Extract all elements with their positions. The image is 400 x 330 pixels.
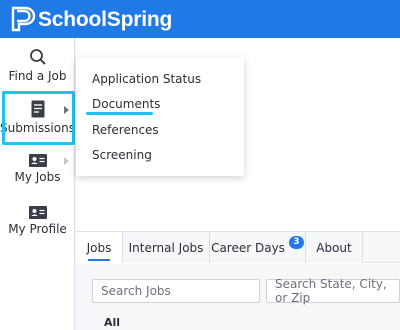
- menu-item-screening[interactable]: Screening: [92, 148, 152, 162]
- sidebar-item-my-profile[interactable]: My Profile: [0, 206, 75, 236]
- tab-internal-jobs[interactable]: Internal Jobs: [123, 232, 210, 263]
- tab-label: Internal Jobs: [128, 240, 204, 255]
- tab-career-days[interactable]: Career Days 3: [210, 232, 306, 263]
- sidebar: Find a Job Submissions My Jobs My Profil…: [0, 38, 75, 330]
- search-jobs-input[interactable]: Search Jobs: [92, 279, 260, 303]
- menu-item-references[interactable]: References: [92, 123, 159, 137]
- sidebar-item-label: Find a Job: [8, 69, 67, 83]
- schoolspring-logo-icon[interactable]: [9, 6, 37, 32]
- submissions-dropdown-menu: Application Status Documents References …: [76, 58, 244, 176]
- active-tab-indicator: [88, 259, 110, 261]
- tab-about[interactable]: About: [306, 232, 363, 263]
- tab-label: About: [316, 240, 352, 255]
- submissions-highlight: [2, 91, 75, 145]
- sidebar-item-label: My Profile: [8, 222, 67, 236]
- menu-item-application-status[interactable]: Application Status: [92, 72, 201, 86]
- sidebar-item-find-a-job[interactable]: Find a Job: [0, 48, 75, 83]
- career-days-count-badge: 3: [288, 236, 304, 249]
- tab-label: Jobs: [86, 240, 112, 255]
- tab-label: Career Days: [211, 240, 285, 255]
- tab-jobs[interactable]: Jobs: [76, 232, 123, 263]
- results-filter-all[interactable]: All: [104, 316, 120, 329]
- chevron-right-icon: [64, 157, 69, 165]
- sidebar-item-label: My Jobs: [14, 170, 61, 184]
- menu-item-documents[interactable]: Documents: [92, 97, 160, 111]
- search-icon: [29, 49, 46, 65]
- top-navbar: SchoolSpring: [0, 0, 400, 38]
- tabs-bar: Jobs Internal Jobs Career Days 3 About: [76, 231, 400, 263]
- search-location-input[interactable]: Search State, City, or Zip: [266, 277, 400, 305]
- search-location-placeholder: Search State, City, or Zip: [275, 277, 387, 305]
- id-card-icon: [28, 154, 47, 167]
- id-card-icon: [28, 206, 47, 219]
- documents-underline-mark: [86, 112, 153, 115]
- brand-name[interactable]: SchoolSpring: [38, 8, 172, 32]
- search-jobs-placeholder: Search Jobs: [101, 284, 171, 298]
